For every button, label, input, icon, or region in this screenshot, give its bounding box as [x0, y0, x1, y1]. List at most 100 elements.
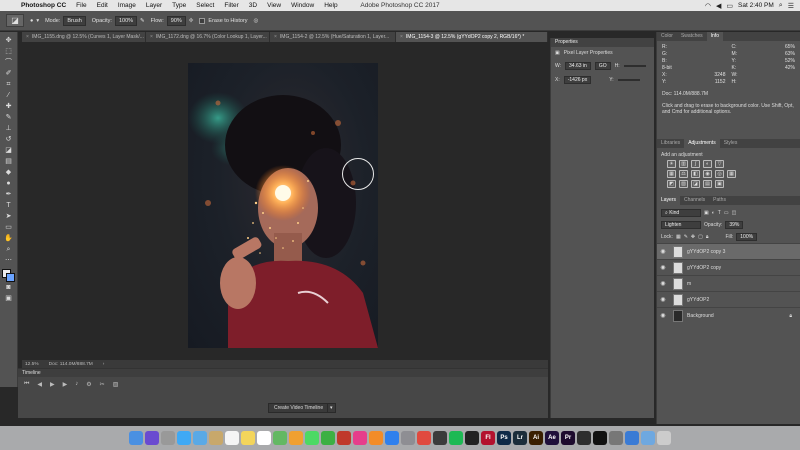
launchpad-icon[interactable]: [161, 431, 175, 445]
photo-filter-icon[interactable]: ◉: [703, 170, 712, 178]
healing-brush-tool-icon[interactable]: ✚: [2, 102, 16, 112]
tab-img-1155[interactable]: × IMG_1155.dng @ 12.5% (Curves 1, Layer M…: [22, 32, 146, 42]
timeline-dropdown-icon[interactable]: ▾: [327, 403, 336, 413]
transition-icon[interactable]: ▨: [113, 381, 119, 388]
spotlight-icon[interactable]: ⌕: [779, 2, 783, 10]
dodge-tool-icon[interactable]: ●: [2, 179, 16, 189]
resolve-icon[interactable]: [433, 431, 447, 445]
lock-paint-icon[interactable]: ✎: [684, 234, 688, 240]
lock-pixels-icon[interactable]: ▦: [676, 234, 681, 240]
notes-icon[interactable]: [241, 431, 255, 445]
threshold-icon[interactable]: ◪: [691, 180, 700, 188]
menu-file[interactable]: File: [71, 2, 91, 9]
brightness-contrast-icon[interactable]: ☀: [667, 160, 676, 168]
path-select-tool-icon[interactable]: ➤: [2, 212, 16, 222]
shape-tool-icon[interactable]: ▭: [2, 223, 16, 233]
close-icon[interactable]: ×: [150, 34, 153, 40]
screen-mode-icon[interactable]: ▣: [2, 294, 16, 304]
visibility-eye-icon[interactable]: ◉: [657, 296, 669, 303]
link-button[interactable]: GO: [594, 62, 611, 70]
tab-info[interactable]: Info: [706, 32, 723, 41]
color-balance-icon[interactable]: ⚖: [679, 170, 688, 178]
menu-edit[interactable]: Edit: [92, 2, 113, 9]
hand-tool-icon[interactable]: ✋: [2, 234, 16, 244]
tab-img-1154-2[interactable]: × IMG_1154-2 @ 12.5% (Hue/Saturation 1, L…: [270, 32, 396, 42]
tab-paths[interactable]: Paths: [709, 196, 730, 205]
filter-shape-icon[interactable]: ▭: [724, 210, 729, 216]
posterize-icon[interactable]: ▧: [679, 180, 688, 188]
x-field[interactable]: -1426 px: [563, 76, 592, 84]
preferences-icon[interactable]: [401, 431, 415, 445]
photoshop-icon[interactable]: Ps: [497, 431, 511, 445]
erase-history-group[interactable]: Erase to History: [199, 17, 248, 24]
menu-image[interactable]: Image: [113, 2, 141, 9]
visibility-eye-icon[interactable]: ◉: [657, 312, 669, 319]
lasso-tool-icon[interactable]: ⌒: [2, 58, 16, 68]
lock-position-icon[interactable]: ✥: [691, 234, 695, 240]
illustrator-icon[interactable]: Ai: [529, 431, 543, 445]
zoom-level[interactable]: 12.5%: [25, 362, 39, 367]
brush-size-group[interactable]: ● ▾: [30, 18, 39, 24]
quick-select-tool-icon[interactable]: ✐: [2, 69, 16, 79]
appstore-icon[interactable]: [385, 431, 399, 445]
photobooth-icon[interactable]: [337, 431, 351, 445]
menu-window[interactable]: Window: [286, 2, 319, 9]
mode-select[interactable]: Brush: [63, 15, 86, 26]
menu-layer[interactable]: Layer: [141, 2, 167, 9]
tab-img-1172[interactable]: × IMG_1172.dng @ 16.7% (Color Lookup 1, L…: [146, 32, 270, 42]
close-icon[interactable]: ×: [400, 34, 403, 40]
terminal-icon[interactable]: [593, 431, 607, 445]
battery-icon[interactable]: ▭: [726, 2, 733, 10]
create-video-timeline-button[interactable]: Create Video Timeline: [268, 403, 330, 413]
history-brush-tool-icon[interactable]: ↺: [2, 135, 16, 145]
pressure-opacity-icon[interactable]: ✎: [140, 18, 145, 24]
photos-icon[interactable]: [289, 431, 303, 445]
layer-item[interactable]: ◉ m: [657, 275, 800, 291]
tab-color[interactable]: Color: [657, 32, 677, 41]
w-field[interactable]: 34.63 in: [565, 62, 591, 70]
canvas-area[interactable]: [22, 42, 548, 360]
lock-artboard-icon[interactable]: ▢: [698, 234, 703, 240]
layer-name[interactable]: m: [687, 281, 691, 287]
background-color-swatch[interactable]: [5, 273, 15, 282]
gradient-tool-icon[interactable]: ▤: [2, 157, 16, 167]
doc-size[interactable]: Doc: 114.0M/888.7M: [49, 362, 93, 367]
split-icon[interactable]: ✂: [100, 381, 105, 388]
pressure-size-icon[interactable]: ◎: [254, 18, 259, 24]
h-field[interactable]: [623, 65, 646, 67]
exposure-icon[interactable]: ◐: [703, 160, 712, 168]
flow-field[interactable]: 90%: [166, 15, 186, 26]
menu-app-name[interactable]: Photoshop CC: [16, 2, 71, 9]
menu-clock[interactable]: Sat 2:40 PM: [738, 2, 774, 9]
bluetooth-icon[interactable]: [625, 431, 639, 445]
tab-styles[interactable]: Styles: [720, 139, 742, 148]
layer-item[interactable]: ◉ gYYdOP2 copy 3: [657, 243, 800, 259]
tab-layers[interactable]: Layers: [657, 196, 681, 205]
color-lookup-icon[interactable]: ▦: [727, 170, 736, 178]
downloads-icon[interactable]: [641, 431, 655, 445]
mail-icon[interactable]: [193, 431, 207, 445]
next-frame-icon[interactable]: ▶: [63, 381, 68, 388]
selective-color-icon[interactable]: ▣: [715, 180, 724, 188]
chrome-icon[interactable]: [417, 431, 431, 445]
move-tool-icon[interactable]: ✥: [2, 36, 16, 46]
filter-pixel-icon[interactable]: ▣: [704, 210, 709, 216]
trash-icon[interactable]: [657, 431, 671, 445]
first-frame-icon[interactable]: ⏮: [24, 381, 29, 388]
wifi-icon[interactable]: ◠: [705, 2, 711, 10]
marquee-tool-icon[interactable]: ⬚: [2, 47, 16, 57]
eraser-tool-icon[interactable]: ◪: [2, 146, 16, 156]
layer-kind-filter[interactable]: ⌕ Kind: [661, 209, 701, 217]
invert-icon[interactable]: ◩: [667, 180, 676, 188]
finder-icon[interactable]: [129, 431, 143, 445]
hue-saturation-icon[interactable]: ▦: [667, 170, 676, 178]
facetime-icon[interactable]: [321, 431, 335, 445]
final-cut-icon[interactable]: [465, 431, 479, 445]
close-icon[interactable]: ×: [26, 34, 29, 40]
safari-icon[interactable]: [177, 431, 191, 445]
layer-item[interactable]: ◉ Background 🔒︎: [657, 307, 800, 323]
pen-tool-icon[interactable]: ✒: [2, 190, 16, 200]
calendar-icon[interactable]: [225, 431, 239, 445]
flash-icon[interactable]: Fl: [481, 431, 495, 445]
airbrush-icon[interactable]: ✢: [189, 18, 194, 24]
